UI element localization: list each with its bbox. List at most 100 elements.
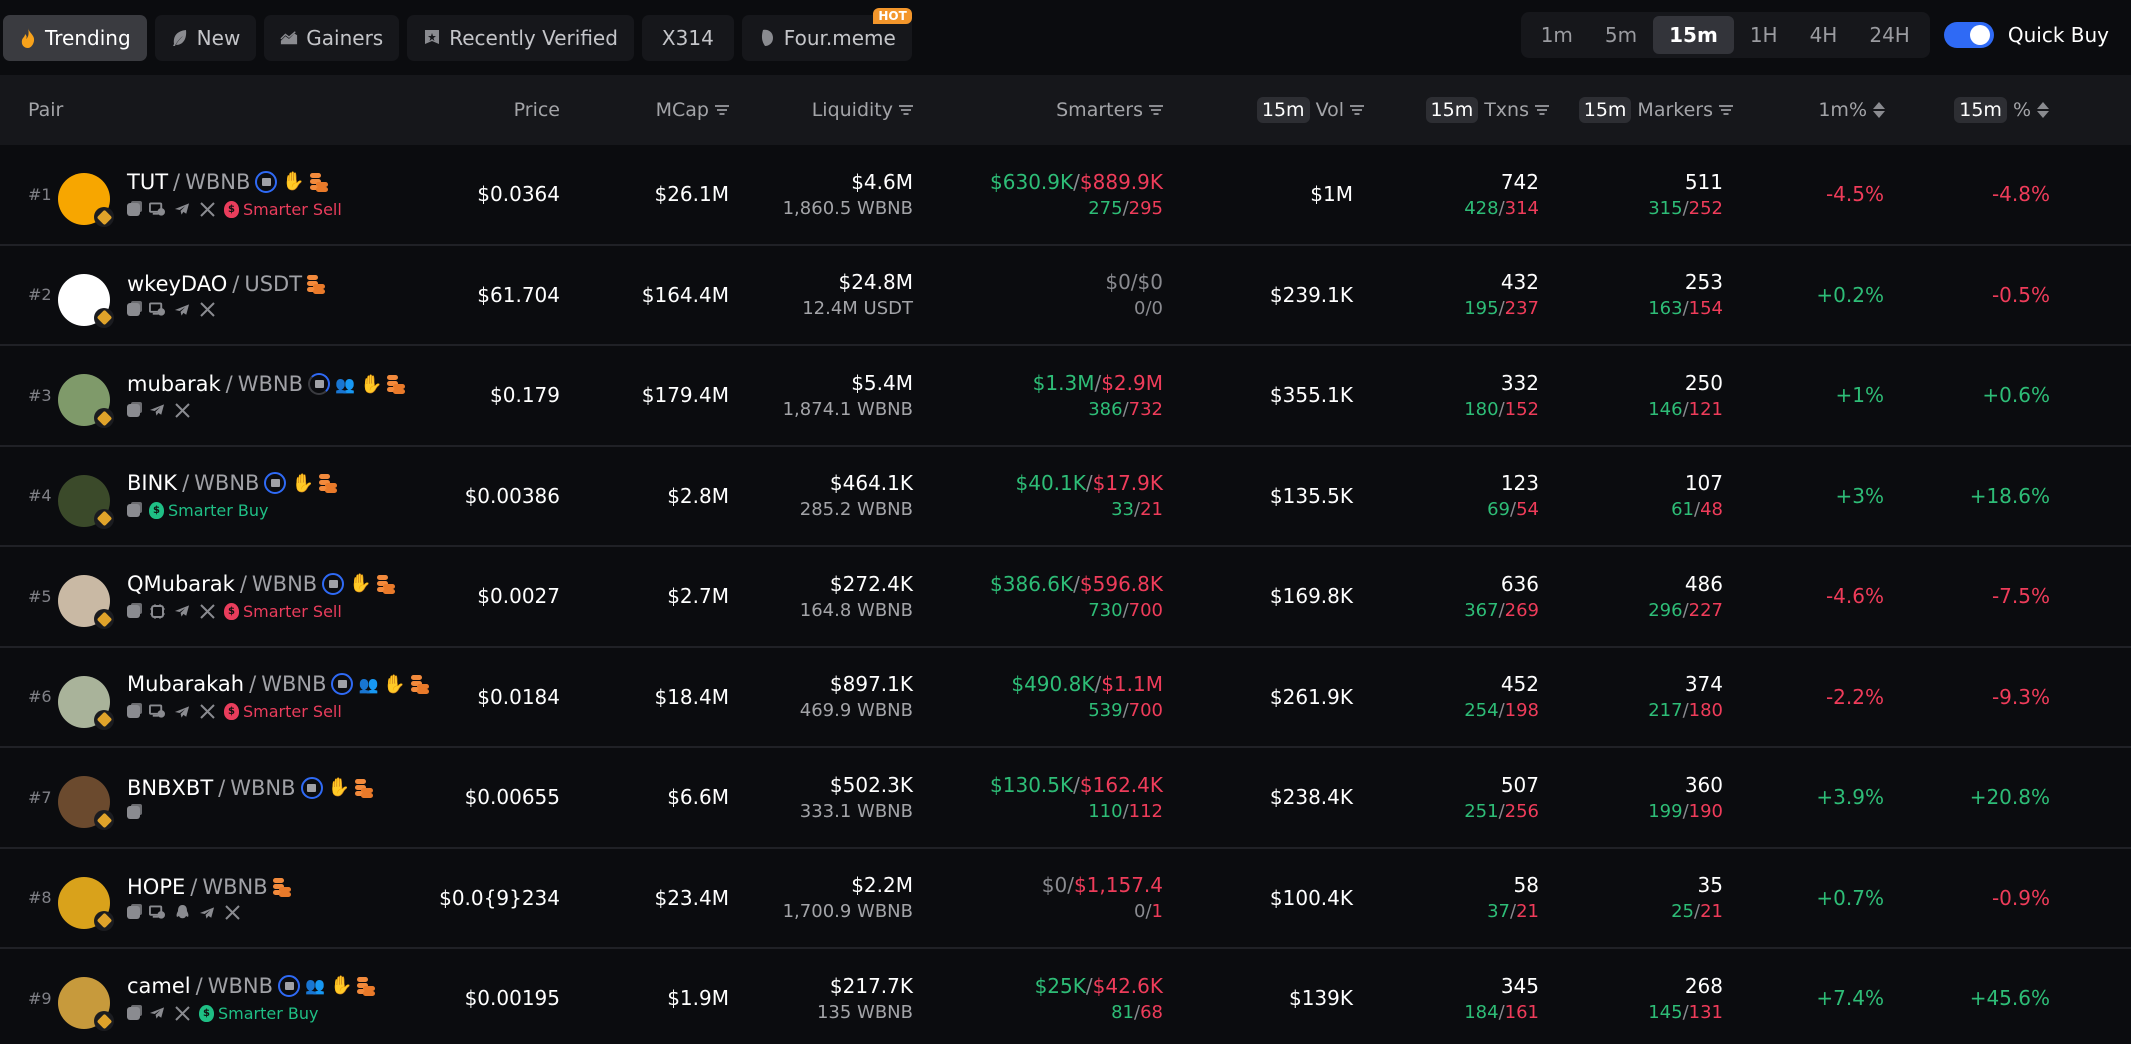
- token-symbol[interactable]: HOPE: [127, 875, 185, 899]
- telegram-icon[interactable]: [149, 402, 165, 418]
- x-twitter-icon[interactable]: [199, 201, 215, 217]
- tab-trending[interactable]: Trending: [3, 14, 147, 61]
- copy-icon[interactable]: [127, 202, 140, 216]
- header-change-1m[interactable]: 1m%: [1818, 99, 1885, 121]
- chip-icon[interactable]: [149, 603, 165, 619]
- header-change-15m[interactable]: 15m %: [1954, 97, 2049, 123]
- website-icon[interactable]: [149, 201, 165, 217]
- smarter-buy-tag: $ Smarter Buy: [199, 1004, 319, 1023]
- copy-icon[interactable]: [127, 504, 140, 518]
- token-symbol[interactable]: BNBXBT: [127, 776, 213, 800]
- txns-cell: 507 251/256: [1464, 748, 1539, 847]
- tab-x314[interactable]: X314: [641, 14, 734, 61]
- telegram-icon[interactable]: [174, 704, 190, 720]
- signal-label: Smarter Sell: [243, 702, 342, 722]
- pair-info[interactable]: QMubarak / WBNB ✋ $ Smarter Sell: [127, 547, 395, 646]
- table-row[interactable]: #3 mubarak / WBNB 👥 ✋ $0.179 $179.4M $5.4M 1,874.…: [0, 346, 2131, 447]
- pair-info[interactable]: BINK / WBNB ✋ $ Smarter Buy: [127, 447, 337, 546]
- price: $0.00655: [464, 785, 560, 810]
- table-row[interactable]: #2 wkeyDAO / USDT $61.704 $164.4M $24.8M 12.4M …: [0, 246, 2131, 346]
- table-row[interactable]: #9 camel / WBNB 👥 ✋ $ Smarter Buy $0.00195 $1.9M $…: [0, 949, 2131, 1044]
- table-row[interactable]: #7 BNBXBT / WBNB ✋ $0.00655 $6.6M $502.3K 333.1 …: [0, 748, 2131, 849]
- header-smarters[interactable]: Smarters: [1056, 99, 1163, 121]
- tab-gainers[interactable]: Gainers: [264, 14, 400, 61]
- pair-info[interactable]: BNBXBT / WBNB ✋: [127, 748, 373, 847]
- txns-buys: 37: [1487, 901, 1511, 923]
- sort-icon[interactable]: [2037, 102, 2049, 118]
- timeframe-15m[interactable]: 15m: [1653, 16, 1734, 54]
- pair-info[interactable]: HOPE / WBNB: [127, 849, 291, 948]
- table-row[interactable]: #8 HOPE / WBNB $0.0{9}234 $23.4M $2.2M 1,700.9 …: [0, 849, 2131, 949]
- copy-icon[interactable]: [127, 705, 140, 719]
- x-twitter-icon[interactable]: [174, 402, 190, 418]
- filter-icon[interactable]: [1719, 104, 1733, 116]
- sort-icon[interactable]: [1873, 102, 1885, 118]
- header-mcap[interactable]: MCap: [656, 99, 729, 121]
- telegram-icon[interactable]: [199, 905, 215, 921]
- smart-sellers: 1: [1151, 901, 1163, 923]
- token-symbol[interactable]: QMubarak: [127, 572, 235, 596]
- token-symbol[interactable]: Mubarakah: [127, 672, 244, 696]
- timeframe-5m[interactable]: 5m: [1589, 16, 1653, 54]
- filter-icon[interactable]: [899, 104, 913, 116]
- table-row[interactable]: #6 Mubarakah / WBNB 👥 ✋ $ Smarter Sell $0.0184 $1…: [0, 648, 2131, 748]
- header-liquidity[interactable]: Liquidity: [812, 99, 913, 121]
- table-row[interactable]: #5 QMubarak / WBNB ✋ $ Smarter Sell $0.0027 $2.7…: [0, 547, 2131, 648]
- x-twitter-icon[interactable]: [199, 603, 215, 619]
- table-row[interactable]: #4 BINK / WBNB ✋ $ Smarter Buy $0.00386 $2.8M $46…: [0, 447, 2131, 547]
- filter-icon[interactable]: [1535, 104, 1549, 116]
- x-twitter-icon[interactable]: [199, 302, 215, 318]
- tab-four-meme[interactable]: Four.meme HOT: [741, 7, 912, 61]
- copy-icon[interactable]: [127, 403, 140, 417]
- pair-info[interactable]: Mubarakah / WBNB 👥 ✋ $ Smarter Sell: [127, 648, 429, 747]
- change-1m-cell: -4.6%: [1826, 547, 1884, 646]
- copy-icon[interactable]: [127, 604, 140, 618]
- pair-info[interactable]: TUT / WBNB ✋ $ Smarter Sell: [127, 145, 342, 244]
- copy-icon[interactable]: [127, 1006, 140, 1020]
- x-twitter-icon[interactable]: [199, 704, 215, 720]
- hand-icon: ✋: [359, 373, 383, 395]
- qq-icon[interactable]: [174, 905, 190, 921]
- copy-icon[interactable]: [127, 303, 140, 317]
- telegram-icon[interactable]: [174, 201, 190, 217]
- timeframe-24h[interactable]: 24H: [1853, 16, 1926, 54]
- copy-icon[interactable]: [127, 805, 140, 819]
- token-symbol[interactable]: wkeyDAO: [127, 272, 227, 296]
- filter-icon[interactable]: [1350, 104, 1364, 116]
- telegram-icon[interactable]: [149, 1005, 165, 1021]
- pair-info[interactable]: camel / WBNB 👥 ✋ $ Smarter Buy: [127, 949, 376, 1044]
- money-bag-icon: $: [224, 703, 239, 721]
- timeframe-1m[interactable]: 1m: [1525, 16, 1589, 54]
- telegram-icon[interactable]: [174, 603, 190, 619]
- filter-icon[interactable]: [1149, 104, 1163, 116]
- header-volume[interactable]: 15m Vol: [1256, 97, 1364, 123]
- token-symbol[interactable]: TUT: [127, 170, 168, 194]
- header-markers[interactable]: 15m Markers: [1578, 97, 1733, 123]
- table-row[interactable]: #1 TUT / WBNB ✋ $ Smarter Sell $0.0364 $26.1M $4.…: [0, 145, 2131, 246]
- header-txns[interactable]: 15m Txns: [1425, 97, 1549, 123]
- hand-icon: ✋: [282, 171, 305, 193]
- token-symbol[interactable]: mubarak: [127, 372, 221, 396]
- token-symbol[interactable]: camel: [127, 974, 191, 998]
- website-icon[interactable]: [149, 704, 165, 720]
- token-symbol[interactable]: BINK: [127, 471, 177, 495]
- header-price[interactable]: Price: [514, 99, 560, 121]
- filter-icon[interactable]: [715, 104, 729, 116]
- timeframe-4h[interactable]: 4H: [1794, 16, 1854, 54]
- header-pair: Pair: [28, 99, 63, 121]
- tab-recently-verified[interactable]: Recently Verified: [407, 14, 634, 61]
- website-icon[interactable]: [149, 302, 165, 318]
- telegram-icon[interactable]: [174, 302, 190, 318]
- x-twitter-icon[interactable]: [224, 905, 240, 921]
- tab-new[interactable]: New: [154, 14, 257, 61]
- pair-info[interactable]: mubarak / WBNB 👥 ✋: [127, 346, 406, 445]
- copy-icon[interactable]: [127, 906, 140, 920]
- markers-buys: 146: [1648, 398, 1683, 420]
- timeframe-1h[interactable]: 1H: [1734, 16, 1794, 54]
- pair-info[interactable]: wkeyDAO / USDT: [127, 246, 326, 345]
- website-icon[interactable]: [149, 905, 165, 921]
- x-twitter-icon[interactable]: [174, 1005, 190, 1021]
- mcap-cell: $164.4M: [642, 246, 729, 345]
- quick-buy-toggle[interactable]: [1943, 22, 1994, 48]
- volume: $238.4K: [1269, 785, 1353, 810]
